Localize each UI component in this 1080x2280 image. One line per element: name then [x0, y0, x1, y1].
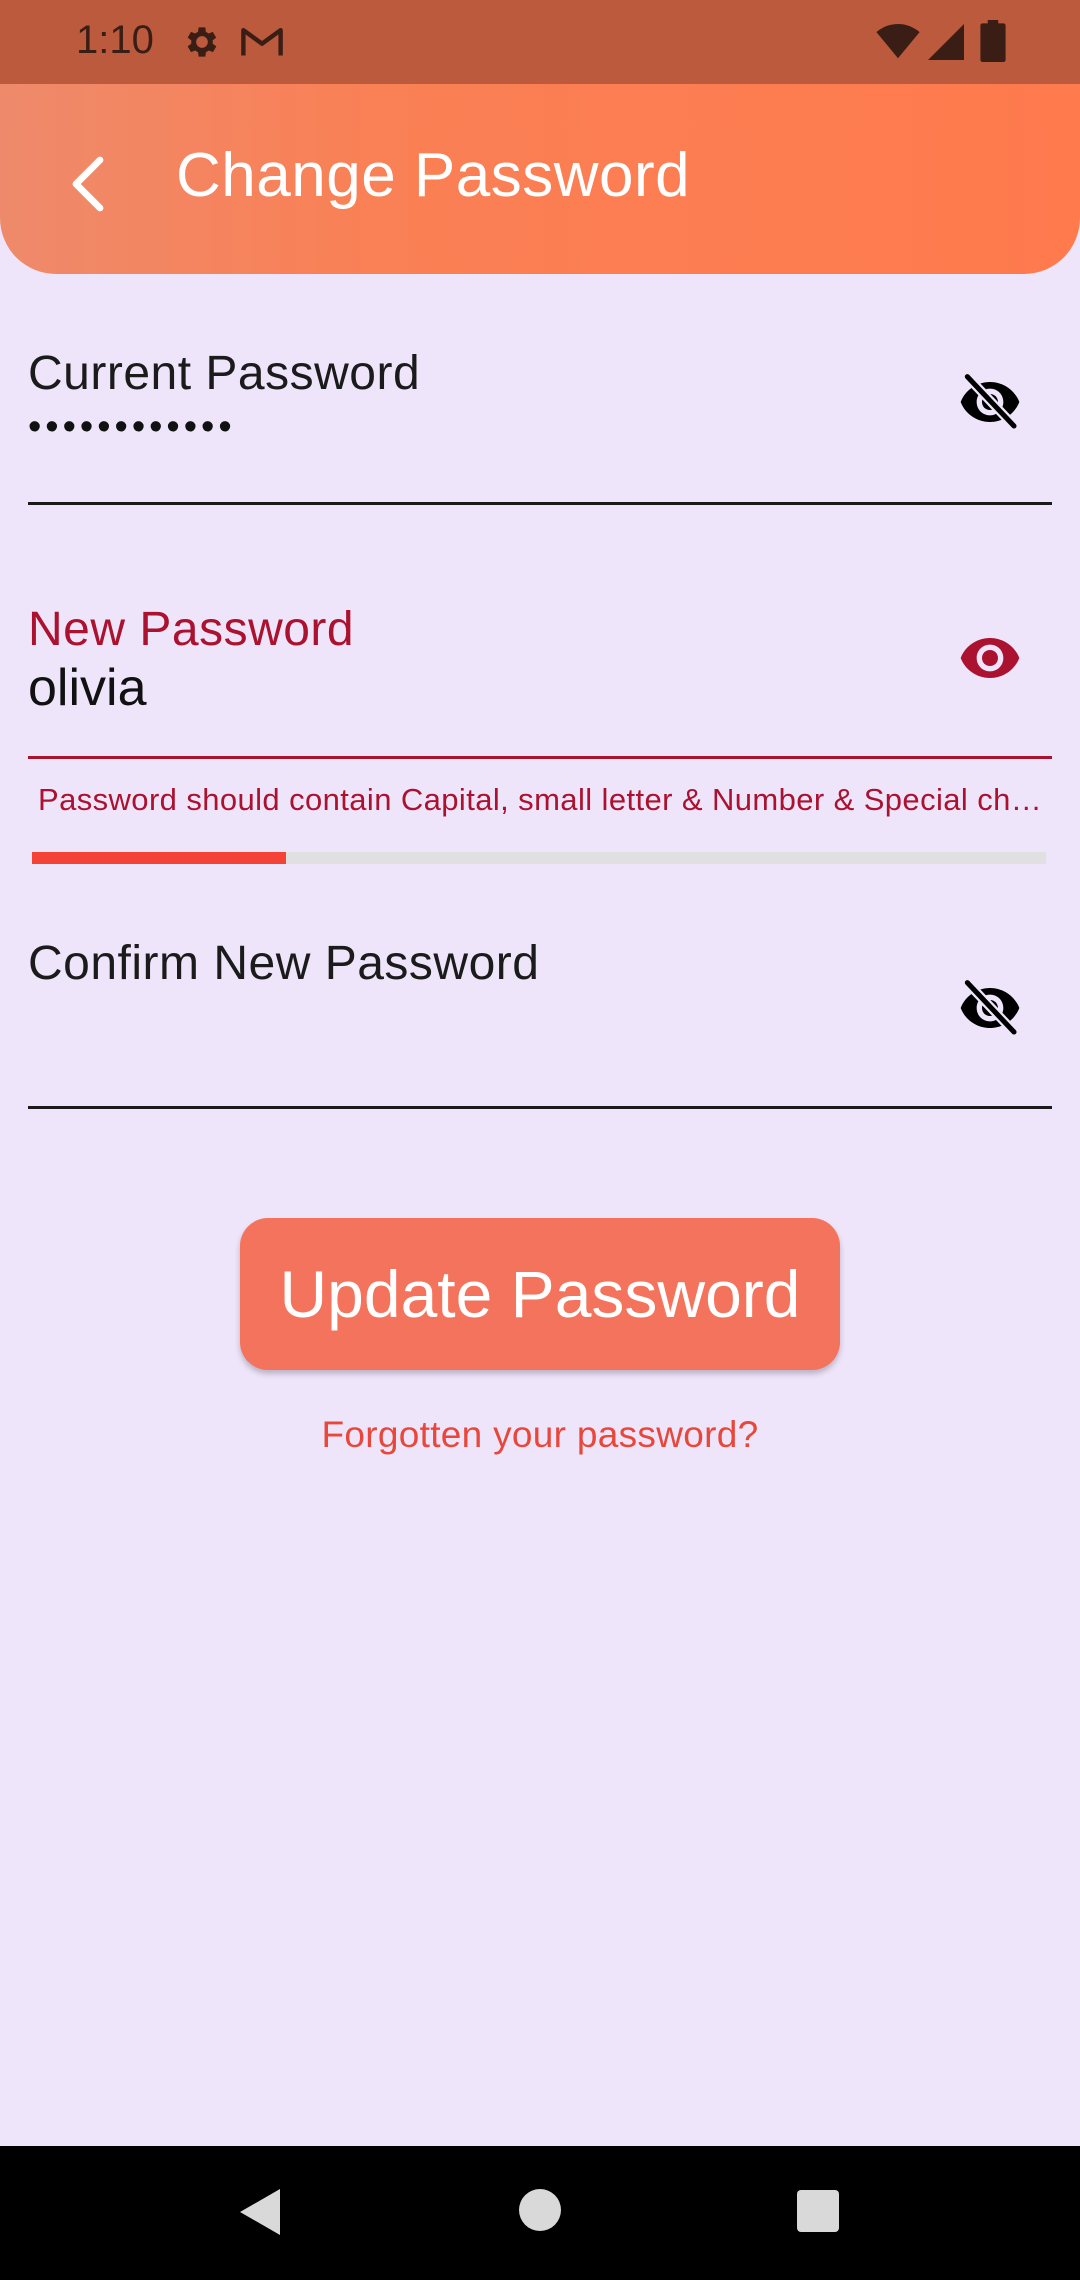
- new-password-visibility-toggle[interactable]: [950, 618, 1030, 698]
- signal-icon: [928, 24, 964, 60]
- home-circle-icon[interactable]: [518, 2188, 562, 2232]
- gmail-icon: [241, 27, 283, 56]
- battery-icon: [980, 20, 1006, 62]
- status-bar: 1:10: [0, 0, 1080, 84]
- recent-square-icon[interactable]: [797, 2190, 839, 2232]
- eye-icon: [960, 638, 1020, 678]
- current-password-input[interactable]: ••••••••••••: [28, 406, 236, 449]
- gear-icon: [187, 27, 217, 57]
- new-password-field[interactable]: New Password olivia: [28, 590, 1052, 762]
- new-password-error-text: Password should contain Capital, small l…: [38, 782, 1052, 817]
- new-password-underline: [28, 756, 1052, 759]
- status-time: 1:10: [76, 18, 154, 62]
- new-password-label: New Password: [28, 603, 355, 656]
- confirm-password-visibility-toggle[interactable]: [950, 968, 1030, 1048]
- forgot-password-link[interactable]: Forgotten your password?: [0, 1414, 1080, 1456]
- current-password-field[interactable]: Current Password ••••••••••••: [28, 334, 1052, 506]
- confirm-password-field[interactable]: Confirm New Password: [28, 926, 1052, 1110]
- current-password-label: Current Password: [28, 347, 421, 400]
- wifi-icon: [876, 24, 920, 59]
- password-strength-fill: [32, 852, 286, 864]
- eye-off-icon: [960, 371, 1020, 431]
- password-strength-bar: [32, 852, 1046, 864]
- update-password-button[interactable]: Update Password: [240, 1218, 840, 1370]
- chevron-left-icon: [72, 156, 104, 212]
- eye-off-icon: [960, 977, 1020, 1037]
- back-button[interactable]: [48, 144, 128, 224]
- system-nav-bar: [0, 2146, 1080, 2280]
- confirm-password-underline: [28, 1106, 1052, 1109]
- page-title: Change Password: [176, 141, 691, 210]
- back-triangle-icon[interactable]: [236, 2186, 284, 2238]
- new-password-input[interactable]: olivia: [28, 658, 147, 718]
- current-password-visibility-toggle[interactable]: [950, 362, 1030, 442]
- app-header: Change Password: [0, 84, 1080, 274]
- confirm-password-label: Confirm New Password: [28, 937, 540, 990]
- current-password-underline: [28, 502, 1052, 505]
